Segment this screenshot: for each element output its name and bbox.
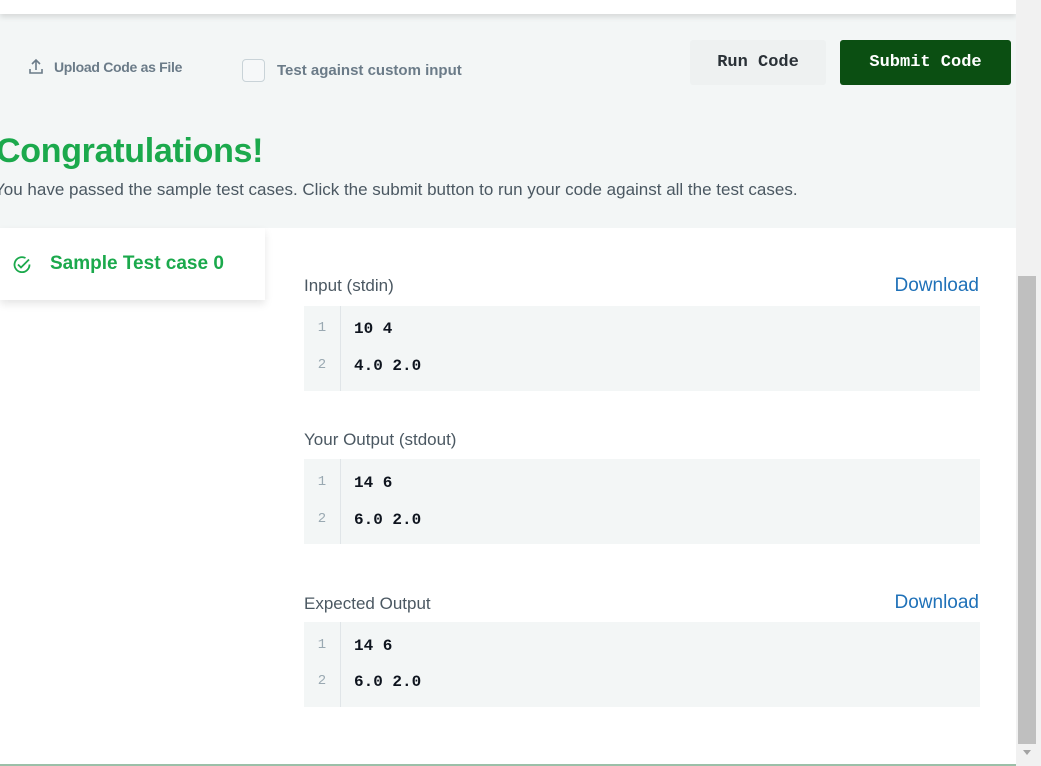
expected-output-label: Expected Output bbox=[304, 594, 431, 613]
line-number-gutter bbox=[304, 459, 341, 544]
code-text: 10 4 bbox=[354, 320, 393, 338]
output-code-block: 1 14 6 2 6.0 2.0 bbox=[304, 459, 980, 544]
line-number: 1 bbox=[317, 474, 327, 490]
scrollbar-thumb[interactable] bbox=[1018, 276, 1036, 744]
check-circle-icon bbox=[13, 256, 31, 273]
result-title: Congratulations! bbox=[0, 132, 264, 170]
custom-input-checkbox[interactable] bbox=[242, 59, 265, 82]
code-line: 1 14 6 bbox=[304, 474, 980, 494]
editor-bottom-edge bbox=[0, 0, 1016, 14]
tab-label: Sample Test case 0 bbox=[50, 253, 224, 274]
tab-sample-test-case-0[interactable]: Sample Test case 0 bbox=[0, 228, 265, 300]
code-line: 2 6.0 2.0 bbox=[304, 673, 980, 693]
line-number: 2 bbox=[317, 357, 327, 373]
run-code-button[interactable]: Run Code bbox=[690, 40, 826, 85]
output-label: Your Output (stdout) bbox=[304, 430, 457, 449]
line-number-gutter bbox=[304, 306, 341, 391]
custom-input-toggle[interactable]: Test against custom input bbox=[242, 59, 462, 82]
line-number: 2 bbox=[317, 511, 327, 527]
code-text: 4.0 2.0 bbox=[354, 357, 422, 375]
expected-code-block: 1 14 6 2 6.0 2.0 bbox=[304, 622, 980, 707]
code-text: 6.0 2.0 bbox=[354, 511, 422, 529]
submit-code-button[interactable]: Submit Code bbox=[840, 40, 1011, 85]
code-line: 1 14 6 bbox=[304, 637, 980, 657]
custom-input-label: Test against custom input bbox=[277, 62, 462, 79]
input-code-block: 1 10 4 2 4.0 2.0 bbox=[304, 306, 980, 391]
input-download-link[interactable]: Download bbox=[895, 275, 980, 297]
code-text: 6.0 2.0 bbox=[354, 673, 422, 691]
input-label: Input (stdin) bbox=[304, 276, 394, 295]
line-number: 1 bbox=[317, 320, 327, 336]
line-number-gutter bbox=[304, 622, 341, 707]
scroll-down-arrow-icon[interactable] bbox=[1018, 746, 1036, 760]
line-number: 1 bbox=[317, 637, 327, 653]
code-text: 14 6 bbox=[354, 637, 393, 655]
code-line: 1 10 4 bbox=[304, 320, 980, 340]
upload-code-button[interactable]: Upload Code as File bbox=[28, 58, 182, 76]
upload-icon bbox=[29, 58, 43, 74]
upload-code-label: Upload Code as File bbox=[54, 59, 183, 75]
test-results-panel: Sample Test case 0 Input (stdin) Downloa… bbox=[0, 228, 1016, 766]
code-line: 2 4.0 2.0 bbox=[304, 357, 980, 377]
line-number: 2 bbox=[317, 673, 327, 689]
expected-download-link[interactable]: Download bbox=[895, 592, 980, 614]
code-text: 14 6 bbox=[354, 474, 393, 492]
code-line: 2 6.0 2.0 bbox=[304, 511, 980, 531]
result-message: You have passed the sample test cases. C… bbox=[0, 180, 798, 199]
